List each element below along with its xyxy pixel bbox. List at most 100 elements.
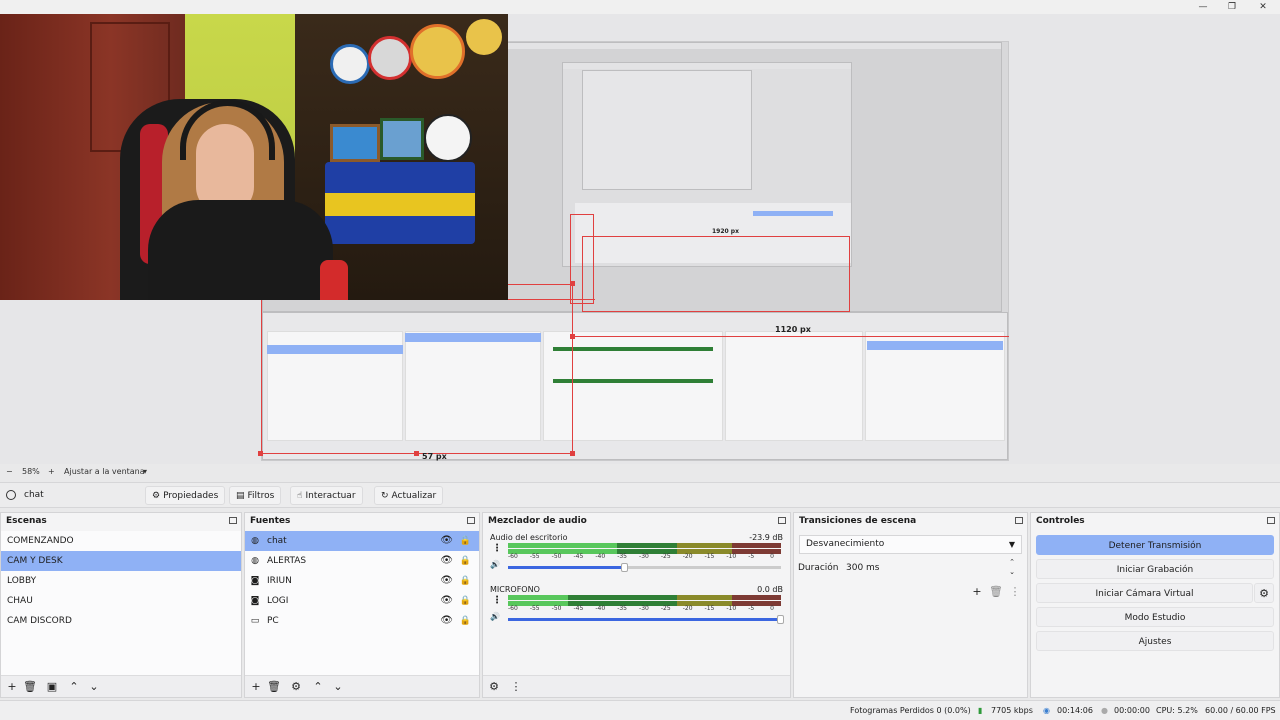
add-transition-button[interactable]: + bbox=[970, 585, 984, 598]
stop-streaming-button[interactable]: Detener Transmisión bbox=[1036, 535, 1274, 555]
width-tag-outer: 1120 px bbox=[775, 325, 811, 334]
source-item[interactable]: ▭ PC 👁 🔒 bbox=[245, 611, 479, 631]
scene-label: CHAU bbox=[7, 596, 33, 606]
eye-icon[interactable]: 👁 bbox=[440, 591, 453, 611]
filter-icon: ▤ bbox=[236, 491, 245, 501]
properties-button[interactable]: ⚙ Propiedades bbox=[145, 486, 226, 505]
tick-label: -50 bbox=[551, 605, 562, 612]
scene-item[interactable]: LOBBY bbox=[1, 571, 241, 591]
speaker-icon[interactable]: 🔊 bbox=[490, 612, 500, 621]
move-down-icon[interactable]: ⌄ bbox=[87, 680, 101, 693]
eye-icon[interactable]: 👁 bbox=[440, 531, 453, 551]
tick-label: -5 bbox=[748, 605, 755, 612]
trash-icon[interactable]: 🗑 bbox=[23, 680, 37, 693]
meter-ticks: -60 -55 -50 -45 -40 -35 -30 -25 -20 -15 -10 -5 0 bbox=[508, 553, 781, 563]
move-down-icon[interactable]: ⌄ bbox=[331, 680, 345, 693]
add-source-button[interactable]: + bbox=[249, 680, 263, 693]
move-up-icon[interactable]: ⌃ bbox=[67, 680, 81, 693]
scene-item[interactable]: COMENZANDO bbox=[1, 531, 241, 551]
signal-icon: ▮ bbox=[978, 706, 983, 715]
refresh-button[interactable]: ↻ Actualizar bbox=[374, 486, 444, 505]
scene-item[interactable]: CAM Y DESK bbox=[1, 551, 241, 571]
kebab-menu-icon[interactable]: ⋮ bbox=[509, 680, 523, 693]
lock-icon[interactable]: 🔒 bbox=[460, 591, 471, 611]
volume-slider[interactable] bbox=[508, 563, 781, 572]
stepper-icon[interactable]: ⌃ ⌄ bbox=[1009, 557, 1015, 577]
audio-mixer-dock: Mezclador de audio Audio del escritorio -… bbox=[482, 512, 791, 698]
undock-icon[interactable] bbox=[229, 517, 237, 524]
tick-label: -25 bbox=[660, 605, 671, 612]
undock-icon[interactable] bbox=[1267, 517, 1275, 524]
eye-icon[interactable]: 👁 bbox=[440, 551, 453, 571]
start-virtual-camera-button[interactable]: Iniciar Cámara Virtual bbox=[1036, 583, 1253, 603]
eye-icon[interactable]: 👁 bbox=[440, 571, 453, 591]
chevron-down-icon[interactable]: ▾ bbox=[143, 467, 147, 476]
kebab-menu-icon[interactable]: ⋮ bbox=[1008, 585, 1022, 598]
tick-label: -10 bbox=[726, 605, 737, 612]
scene-item[interactable]: CAM DISCORD bbox=[1, 611, 241, 631]
close-button[interactable]: ✕ bbox=[1248, 0, 1278, 14]
start-recording-button[interactable]: Iniciar Grabación bbox=[1036, 559, 1274, 579]
undock-icon[interactable] bbox=[1015, 517, 1023, 524]
mixer-footer: ⚙ ⋮ bbox=[483, 675, 790, 697]
maximize-button[interactable]: ❐ bbox=[1217, 0, 1247, 14]
controls-dock: Controles Detener Transmisión Iniciar Gr… bbox=[1030, 512, 1280, 698]
filters-label: Filtros bbox=[247, 491, 275, 501]
height-tag: 57 px bbox=[422, 452, 447, 461]
gear-icon[interactable]: ⚙ bbox=[1254, 583, 1274, 603]
gear-icon[interactable]: ⚙ bbox=[487, 680, 501, 693]
volume-slider[interactable] bbox=[508, 615, 784, 624]
zoom-in-button[interactable]: + bbox=[48, 467, 55, 476]
tick-label: 0 bbox=[770, 553, 774, 560]
level-meter bbox=[508, 543, 781, 548]
resize-handle-bottom[interactable] bbox=[414, 451, 419, 456]
undock-icon[interactable] bbox=[467, 517, 475, 524]
speaker-icon[interactable]: 🔊 bbox=[490, 560, 500, 569]
filters-button[interactable]: ▤ Filtros bbox=[229, 486, 282, 505]
source-bounding-box[interactable] bbox=[261, 284, 573, 454]
preview-area[interactable]: 1120 px 1920 px 57 px bbox=[0, 14, 1280, 464]
lock-icon[interactable]: 🔒 bbox=[460, 551, 471, 571]
nested-preview-3 bbox=[582, 70, 752, 190]
lock-icon[interactable]: 🔒 bbox=[460, 571, 471, 591]
eye-icon[interactable]: 👁 bbox=[440, 611, 453, 631]
tick-label: -40 bbox=[595, 605, 606, 612]
tick-label: -35 bbox=[617, 553, 627, 560]
source-item[interactable]: ◍ ALERTAS 👁 🔒 bbox=[245, 551, 479, 571]
sources-title: Fuentes bbox=[245, 513, 479, 530]
source-item[interactable]: ◙ LOGI 👁 🔒 bbox=[245, 591, 479, 611]
trash-icon[interactable]: 🗑 bbox=[267, 680, 281, 693]
lock-icon[interactable]: 🔒 bbox=[460, 611, 471, 631]
source-item[interactable]: ◙ IRIUN 👁 🔒 bbox=[245, 571, 479, 591]
undock-icon[interactable] bbox=[778, 517, 786, 524]
interact-button[interactable]: ☝ Interactuar bbox=[290, 486, 363, 505]
zoom-out-button[interactable]: − bbox=[6, 467, 13, 476]
gear-icon: ⚙ bbox=[152, 491, 161, 501]
zoom-fit-label[interactable]: Ajustar a la ventana bbox=[64, 467, 145, 476]
minimize-button[interactable]: — bbox=[1188, 0, 1218, 14]
stream-icon: ◉ bbox=[1043, 706, 1050, 715]
lock-icon[interactable]: 🔒 bbox=[460, 531, 471, 551]
source-item[interactable]: ◍ chat 👁 🔒 bbox=[245, 531, 479, 551]
webcam-feed bbox=[0, 14, 508, 300]
studio-mode-button[interactable]: Modo Estudio bbox=[1036, 607, 1274, 627]
tick-label: -20 bbox=[682, 553, 693, 560]
add-scene-button[interactable]: + bbox=[5, 680, 19, 693]
kebab-menu-icon[interactable]: ⋮ bbox=[492, 543, 502, 554]
globe-icon bbox=[6, 490, 16, 500]
duration-input[interactable]: 300 ms ⌃ ⌄ bbox=[840, 557, 1020, 577]
resize-handle-br[interactable] bbox=[570, 451, 575, 456]
transition-select[interactable]: Desvanecimiento ▼ bbox=[799, 535, 1022, 554]
gear-icon[interactable]: ⚙ bbox=[289, 680, 303, 693]
slider-knob[interactable] bbox=[777, 615, 784, 624]
sources-footer: + 🗑 ⚙ ⌃ ⌄ bbox=[245, 675, 479, 697]
kebab-menu-icon[interactable]: ⋮ bbox=[492, 595, 502, 606]
resize-handle-bl[interactable] bbox=[258, 451, 263, 456]
slider-knob[interactable] bbox=[621, 563, 629, 572]
settings-button[interactable]: Ajustes bbox=[1036, 631, 1274, 651]
move-up-icon[interactable]: ⌃ bbox=[311, 680, 325, 693]
trash-icon[interactable]: 🗑 bbox=[989, 585, 1003, 598]
chevron-down-icon: ▼ bbox=[1008, 540, 1015, 549]
filter-icon[interactable]: ▣ bbox=[45, 680, 59, 693]
scene-item[interactable]: CHAU bbox=[1, 591, 241, 611]
